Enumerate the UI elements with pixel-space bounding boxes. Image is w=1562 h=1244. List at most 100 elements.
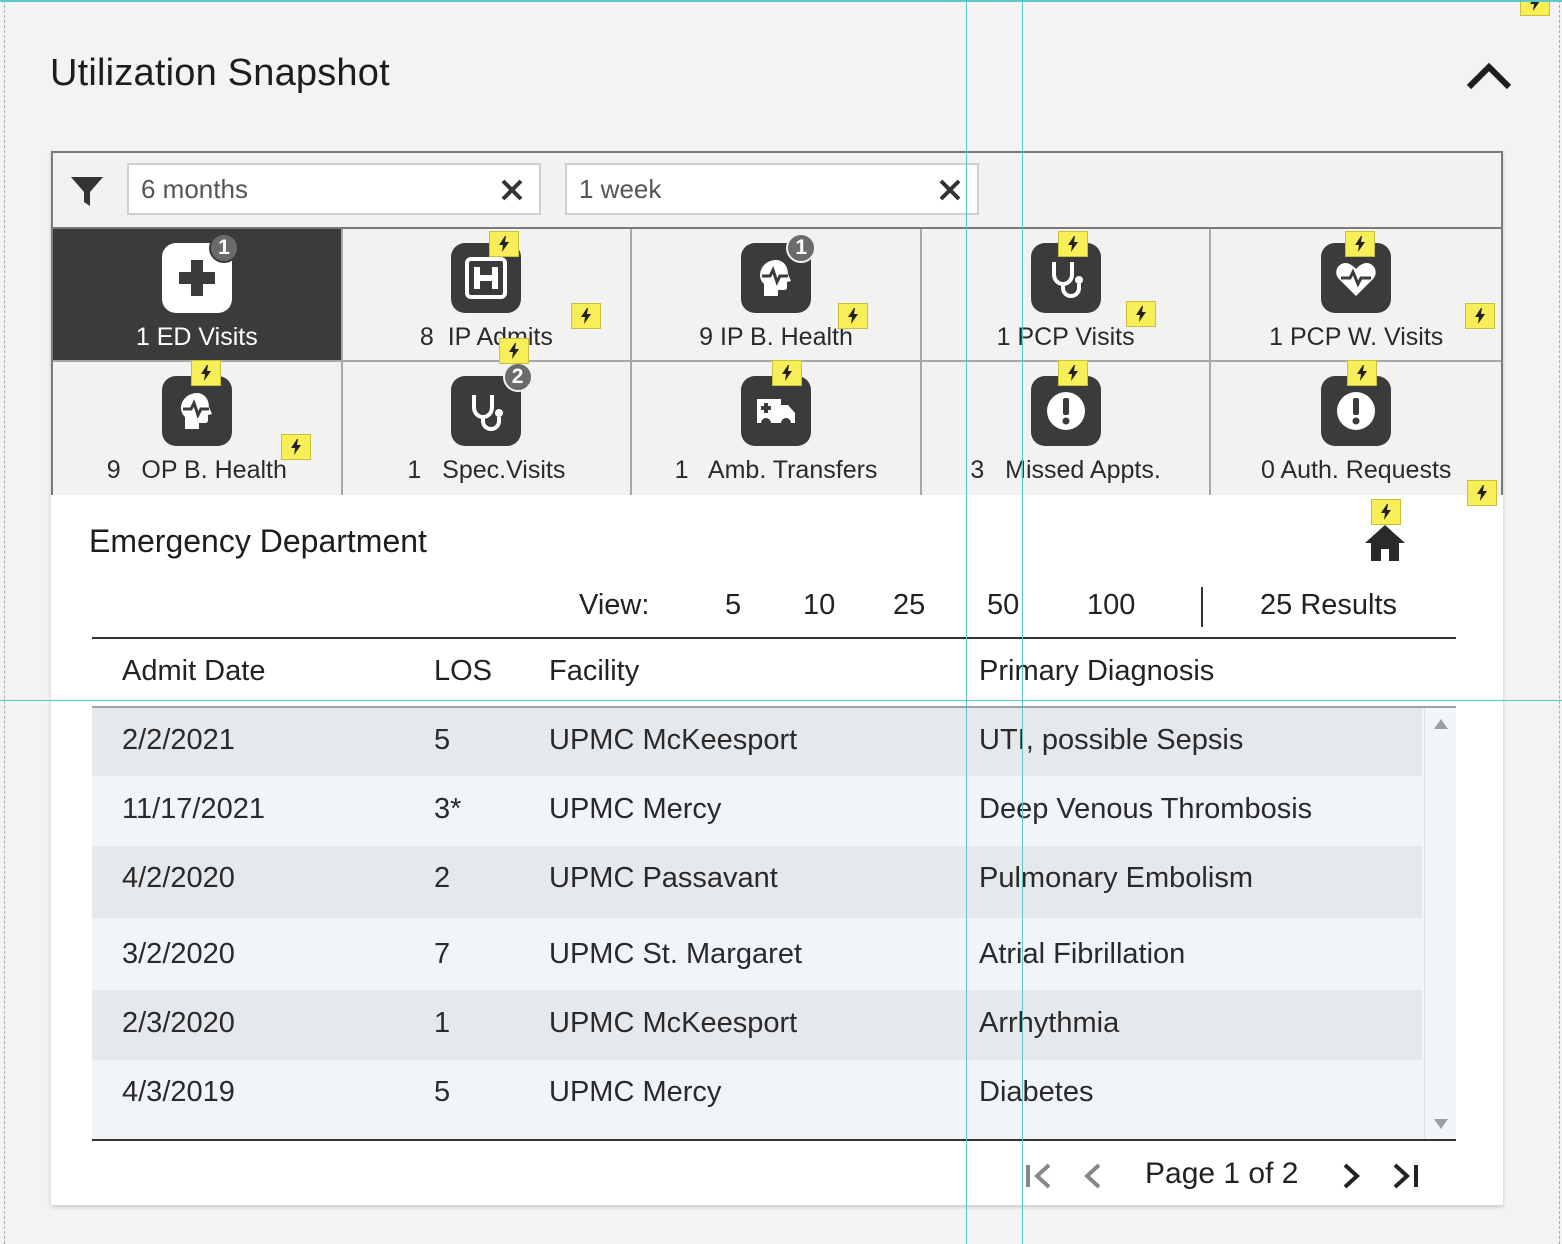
hint-bolt-icon <box>1347 360 1378 386</box>
tile-label: 0 Auth. Requests <box>1260 456 1452 484</box>
cell-los: 3* <box>434 793 462 825</box>
cell-diagnosis: Diabetes <box>979 1076 1094 1108</box>
clear-window-button[interactable] <box>935 175 965 205</box>
table-row[interactable]: 2/3/2020 1 UPMC McKeesport Arrhythmia <box>92 990 1422 1060</box>
hint-bolt-icon <box>488 231 519 257</box>
cell-facility: UPMC McKeesport <box>549 724 798 756</box>
tile-op-behavioral-health[interactable]: 9 OP B. Health <box>53 360 343 495</box>
tile-label: 9 OP B. Health <box>106 456 287 484</box>
hint-bolt-icon <box>838 303 869 329</box>
column-header-primary-diagnosis[interactable]: Primary Diagnosis <box>979 655 1214 688</box>
hint-bolt-icon <box>1467 480 1498 506</box>
tile-label: 1 PCP Visits <box>996 323 1135 351</box>
page-indicator: Page 1 of 2 <box>1145 1157 1299 1190</box>
column-header-los[interactable]: LOS <box>434 655 492 688</box>
table-row[interactable]: 11/17/2021 3* UPMC Mercy Deep Venous Thr… <box>92 776 1422 846</box>
tile-ambulance-transfers[interactable]: 1 Amb. Transfers <box>632 360 922 495</box>
ambulance-icon <box>740 376 811 446</box>
hint-bolt-icon <box>1520 0 1550 16</box>
tile-label: 1 Amb. Transfers <box>674 456 878 484</box>
hint-bolt-icon <box>1057 231 1088 257</box>
filter-input-window[interactable] <box>565 163 979 215</box>
filter-input-period[interactable] <box>127 163 541 215</box>
cell-facility: UPMC Mercy <box>549 793 722 825</box>
tile-label: 9 IP B. Health <box>699 323 853 351</box>
results-count: 25 Results <box>1260 589 1398 621</box>
tile-auth-requests[interactable]: 0 Auth. Requests <box>1211 360 1501 506</box>
hint-bolt-icon <box>1125 301 1156 327</box>
cell-diagnosis: Atrial Fibrillation <box>979 938 1186 970</box>
cell-diagnosis: Arrhythmia <box>979 1007 1120 1039</box>
cell-los: 7 <box>434 938 451 970</box>
tile-label: 1 ED Visits <box>135 323 258 351</box>
previous-page-button[interactable] <box>1075 1159 1111 1193</box>
view-option-50[interactable]: 50 <box>987 589 1019 622</box>
table-header: Admit Date LOS Facility Primary Diagnosi… <box>92 639 1456 707</box>
clear-period-button[interactable] <box>497 175 527 205</box>
next-page-button[interactable] <box>1333 1159 1369 1193</box>
behavioral-head-icon <box>161 376 232 446</box>
utilization-tiles: 1 1 ED Visits 8 IP Admits 1 9 IP B. Heal… <box>51 227 1503 506</box>
scroll-down-icon[interactable] <box>1433 1118 1449 1130</box>
tile-label: 1 Spec.Visits <box>407 456 566 484</box>
hint-bolt-icon <box>1371 499 1401 525</box>
close-icon <box>939 179 961 201</box>
tile-missed-appointments[interactable]: 3 Missed Appts. <box>921 360 1212 495</box>
cell-los: 2 <box>434 862 451 894</box>
table-scrollbar[interactable] <box>1424 708 1456 1140</box>
view-option-5[interactable]: 5 <box>725 589 741 622</box>
panel-title: Utilization Snapshot <box>50 52 390 94</box>
chevron-up-icon <box>1466 62 1512 90</box>
scroll-up-icon[interactable] <box>1433 718 1449 730</box>
utilization-widget: 1 1 ED Visits 8 IP Admits 1 9 IP B. Heal… <box>51 151 1503 1205</box>
hint-bolt-icon <box>1345 231 1376 257</box>
tile-ip-admits[interactable]: 8 IP Admits <box>342 229 633 362</box>
table-row[interactable]: 4/3/2019 5 UPMC Mercy Diabetes <box>92 1060 1422 1140</box>
view-option-25[interactable]: 25 <box>893 589 925 622</box>
tile-pcp-visits[interactable]: 1 PCP Visits <box>921 229 1212 362</box>
hint-bolt-icon <box>498 338 529 364</box>
home-icon[interactable] <box>1363 523 1407 563</box>
table-row[interactable]: 2/2/2021 5 UPMC McKeesport UTI, possible… <box>92 708 1422 776</box>
first-page-button[interactable] <box>1021 1159 1057 1193</box>
column-header-admit-date[interactable]: Admit Date <box>122 655 265 688</box>
hint-bolt-icon <box>1057 360 1088 386</box>
column-header-facility[interactable]: Facility <box>549 655 639 688</box>
collapse-button[interactable] <box>1462 52 1516 100</box>
table-bottom-rule <box>92 1139 1456 1141</box>
cell-admit-date: 11/17/2021 <box>122 793 265 825</box>
divider <box>1201 587 1203 627</box>
cell-facility: UPMC Mercy <box>549 1076 722 1108</box>
cell-los: 5 <box>434 1076 451 1108</box>
cell-facility: UPMC McKeesport <box>549 1007 798 1039</box>
alert-icon <box>1030 376 1101 446</box>
cell-diagnosis: Pulmonary Embolism <box>979 862 1253 894</box>
view-option-10[interactable]: 10 <box>803 589 835 622</box>
table-body: 2/2/2021 5 UPMC McKeesport UTI, possible… <box>92 708 1456 1140</box>
tile-specialist-visits[interactable]: 2 1 Spec.Visits <box>342 338 633 495</box>
alert-icon <box>1321 376 1392 446</box>
count-badge: 2 <box>502 362 533 392</box>
count-badge: 1 <box>786 233 817 263</box>
view-option-100[interactable]: 100 <box>1087 589 1135 622</box>
tile-pcp-wellness-visits[interactable]: 1 PCP W. Visits <box>1211 229 1501 362</box>
filter-icon <box>71 177 103 206</box>
chevron-left-icon <box>1084 1163 1101 1189</box>
tile-label: 3 Missed Appts. <box>970 456 1161 484</box>
section-title: Emergency Department <box>89 523 427 559</box>
tile-ip-behavioral-health[interactable]: 1 9 IP B. Health <box>632 229 922 362</box>
last-page-button[interactable] <box>1387 1159 1423 1193</box>
table-row[interactable]: 3/2/2020 7 UPMC St. Margaret Atrial Fibr… <box>92 918 1422 990</box>
chevron-right-icon <box>1343 1163 1360 1189</box>
table-row[interactable]: 4/2/2020 2 UPMC Passavant Pulmonary Embo… <box>92 846 1422 918</box>
cell-facility: UPMC Passavant <box>549 862 778 894</box>
cell-los: 1 <box>434 1007 451 1039</box>
cell-admit-date: 2/3/2020 <box>122 1007 235 1039</box>
cell-admit-date: 4/2/2020 <box>122 862 235 894</box>
filter-bar <box>51 151 1503 229</box>
tile-ed-visits[interactable]: 1 1 ED Visits <box>53 229 343 362</box>
cell-facility: UPMC St. Margaret <box>549 938 802 970</box>
pagination: Page 1 of 2 <box>51 1151 1503 1199</box>
last-page-icon <box>1393 1163 1418 1189</box>
hint-bolt-icon <box>1465 303 1496 329</box>
